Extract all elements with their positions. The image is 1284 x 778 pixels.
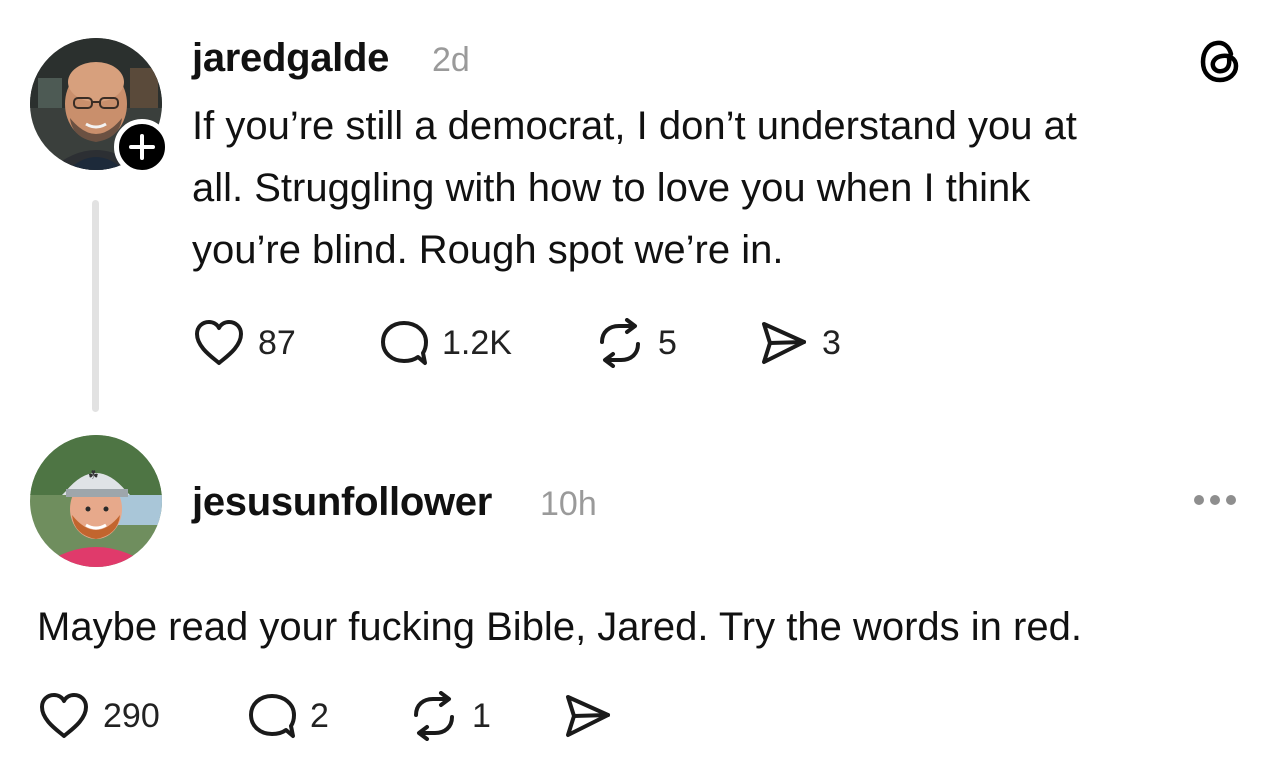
share-button[interactable]: 3 (758, 318, 841, 368)
reply-like-count: 290 (103, 696, 160, 735)
avatar-jesusunfollower[interactable]: ☘ (30, 435, 162, 567)
repost-icon (600, 318, 640, 368)
post-text-line-1: If you’re still a democrat, I don’t unde… (192, 104, 1077, 148)
post-text-line-3: you’re blind. Rough spot we’re in. (192, 228, 784, 272)
follow-button[interactable] (114, 119, 170, 175)
post-timestamp: 2d (432, 41, 470, 79)
repost-button[interactable]: 5 (594, 318, 677, 368)
reply-reply-button[interactable]: 2 (246, 691, 329, 741)
reply-repost-button[interactable]: 1 (408, 691, 491, 741)
reply-share-button[interactable] (562, 691, 614, 741)
reply-timestamp: 10h (540, 485, 597, 523)
ellipsis-icon[interactable] (1192, 492, 1238, 508)
heart-icon (195, 320, 243, 365)
repost-icon (414, 691, 454, 741)
share-count: 3 (822, 323, 841, 362)
thread-connector-line (92, 200, 99, 412)
reply-repost-count: 1 (472, 696, 491, 735)
reply-username[interactable]: jesusunfollower (192, 480, 492, 525)
heart-icon (40, 693, 88, 738)
repost-count: 5 (658, 323, 677, 362)
post-text-line-2: all. Struggling with how to love you whe… (192, 166, 1031, 210)
reply-reply-count: 2 (310, 696, 329, 735)
reply-text: Maybe read your fucking Bible, Jared. Tr… (37, 605, 1082, 649)
svg-text:☘: ☘ (88, 468, 99, 482)
like-button[interactable]: 87 (192, 318, 296, 368)
threads-logo-icon[interactable] (1196, 36, 1246, 86)
post-username[interactable]: jaredgalde (192, 36, 389, 81)
reply-count: 1.2K (442, 323, 512, 362)
send-icon (566, 695, 610, 737)
send-icon (762, 322, 806, 364)
reply-like-button[interactable]: 290 (37, 691, 160, 741)
plus-icon (129, 134, 155, 160)
reply-button[interactable]: 1.2K (378, 318, 512, 368)
like-count: 87 (258, 323, 296, 362)
comment-icon (249, 694, 296, 738)
comment-icon (381, 321, 428, 365)
